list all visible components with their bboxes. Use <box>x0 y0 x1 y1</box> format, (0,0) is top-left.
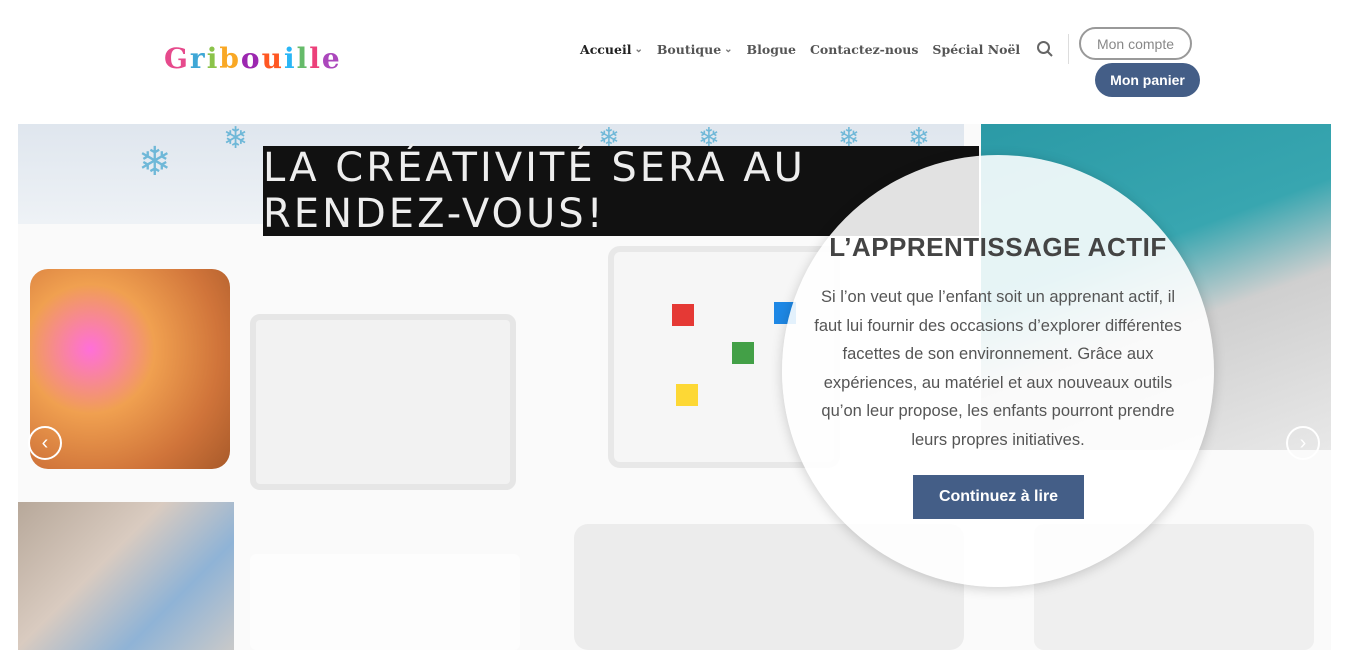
nav-item-label: Spécial Noël <box>932 41 1021 57</box>
slide-caption-circle: L’APPRENTISSAGE ACTIF Si l’on veut que l… <box>782 155 1214 587</box>
square-shape <box>672 304 694 326</box>
nav-item-contact[interactable]: Contactez-nous <box>810 42 918 57</box>
chevron-down-icon: ⌄ <box>724 43 733 55</box>
logo-letter: i <box>283 42 297 75</box>
logo-letter: u <box>261 42 284 75</box>
nav-item-accueil[interactable]: Accueil ⌄ <box>580 42 643 57</box>
account-button[interactable]: Mon compte <box>1079 27 1192 60</box>
site-logo[interactable]: Gribouille <box>164 42 342 75</box>
child-painting-photo <box>18 502 234 650</box>
logo-letter: i <box>206 42 220 75</box>
site-header: Gribouille Accueil ⌄ Boutique ⌄ Blogue C… <box>0 0 1347 122</box>
nav-item-special-noel[interactable]: Spécial Noël <box>932 42 1020 57</box>
nav-item-label: Boutique <box>656 41 722 57</box>
nav-item-boutique[interactable]: Boutique ⌄ <box>657 42 733 57</box>
logo-letter: o <box>240 42 262 75</box>
slide-title: L’APPRENTISSAGE ACTIF <box>829 232 1167 262</box>
snowmen-drawings-image <box>250 554 520 650</box>
logo-letter: l <box>296 42 310 75</box>
cart-button[interactable]: Mon panier <box>1095 63 1200 97</box>
logo-letter: b <box>219 42 241 75</box>
logo-letter: G <box>164 42 190 75</box>
nav-item-label: Blogue <box>746 41 796 57</box>
chevron-right-icon[interactable]: › <box>1286 426 1320 460</box>
main-nav: Accueil ⌄ Boutique ⌄ Blogue Contactez-no… <box>580 34 1083 64</box>
nav-item-blogue[interactable]: Blogue <box>747 42 796 57</box>
read-more-button[interactable]: Continuez à lire <box>913 475 1084 519</box>
logo-letter: e <box>321 42 342 75</box>
logo-letter: r <box>189 42 207 75</box>
snowflake-icon: ❄ <box>223 124 249 155</box>
square-shape <box>732 342 754 364</box>
square-shape <box>676 384 698 406</box>
nav-divider <box>1068 34 1070 64</box>
chevron-down-icon: ⌄ <box>634 43 643 55</box>
nav-item-label: Accueil <box>580 41 632 57</box>
slide-text: Si l’on veut que l’enfant soit un appren… <box>814 288 1182 449</box>
logo-letter: l <box>309 42 322 75</box>
snowflake-icon: ❄ <box>138 140 172 184</box>
chevron-left-icon[interactable]: ‹ <box>28 426 62 460</box>
search-icon[interactable] <box>1036 40 1054 58</box>
craft-tray-image <box>250 314 516 490</box>
nav-item-label: Contactez-nous <box>809 41 919 57</box>
